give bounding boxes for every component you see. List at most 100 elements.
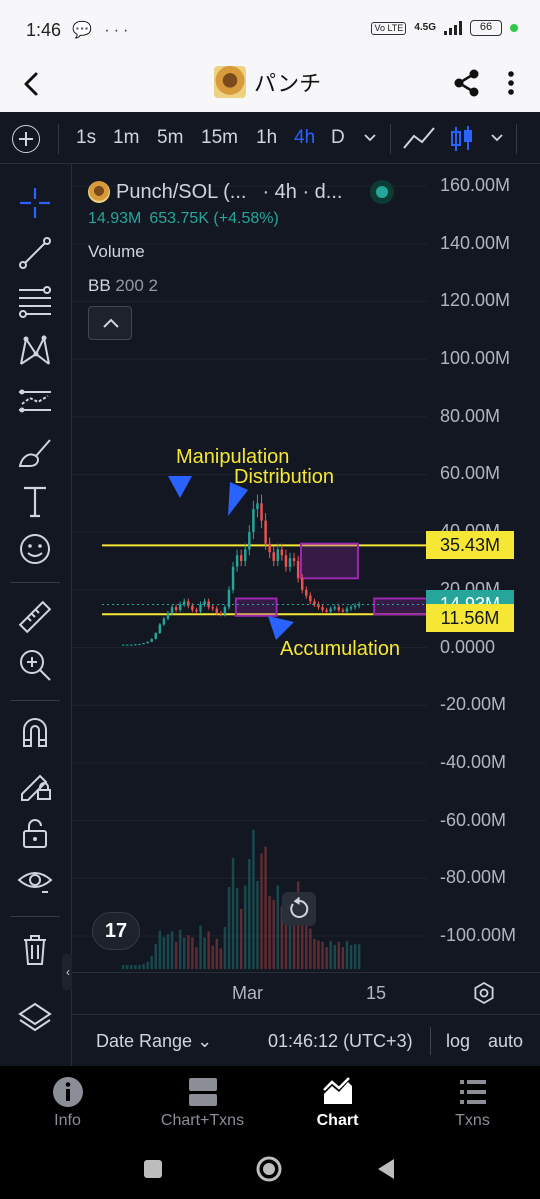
- chevron-up-icon: [103, 318, 119, 328]
- chevron-down-icon[interactable]: [488, 128, 506, 146]
- volume-bar: [239, 909, 243, 969]
- more-vert-icon[interactable]: [498, 66, 524, 100]
- ruler-icon[interactable]: [16, 598, 54, 636]
- add-symbol-icon[interactable]: [12, 125, 40, 153]
- price-axis-label: 160.00M: [440, 175, 511, 195]
- nav-chart-txns[interactable]: Chart+Txns: [135, 1076, 270, 1130]
- back-arrow-icon[interactable]: [14, 66, 50, 102]
- collapse-legend-button[interactable]: [88, 306, 132, 340]
- candle-body: [146, 641, 149, 644]
- network-type: 4.5G: [414, 22, 436, 33]
- symbol-name[interactable]: Punch/SOL (...: [116, 181, 246, 204]
- eye-icon[interactable]: [16, 862, 54, 900]
- date-range-button[interactable]: Date Range ⌄: [96, 1031, 212, 1052]
- manipulation-zone: [299, 542, 359, 580]
- volume-bar: [158, 930, 162, 969]
- volume-bar: [256, 881, 259, 969]
- volume-bar: [183, 937, 186, 969]
- magnet-icon[interactable]: [16, 714, 54, 752]
- emoji-icon[interactable]: [16, 530, 54, 568]
- symbol-logo: [88, 181, 110, 203]
- distribution-annotation[interactable]: Distribution: [234, 466, 334, 489]
- candle-body: [300, 578, 304, 590]
- candle-body: [183, 601, 186, 605]
- volume-bar: [203, 937, 206, 969]
- price-tag: 35.43M: [426, 531, 514, 560]
- prediction-icon[interactable]: [16, 382, 54, 420]
- volume-bar: [248, 859, 251, 969]
- candle-body: [268, 543, 271, 553]
- home-icon[interactable]: [254, 1154, 284, 1184]
- pattern-icon[interactable]: [16, 332, 54, 370]
- candle-body: [219, 612, 223, 615]
- candle-body: [272, 552, 275, 561]
- candle-body: [166, 612, 170, 619]
- candle-body: [309, 595, 312, 602]
- interval-1h[interactable]: 1h: [256, 127, 277, 149]
- privacy-dot-icon: [510, 24, 518, 32]
- interval-15m[interactable]: 15m: [201, 127, 238, 149]
- settings-icon[interactable]: [472, 981, 496, 1005]
- volume-bar: [333, 944, 336, 969]
- lock-drawings-icon[interactable]: [16, 764, 54, 802]
- volume-bar: [223, 926, 227, 969]
- interval-5m[interactable]: 5m: [157, 127, 183, 149]
- share-icon[interactable]: [450, 66, 484, 100]
- candle-body: [260, 503, 263, 521]
- trash-icon[interactable]: [16, 930, 54, 968]
- reset-chart-icon[interactable]: [282, 892, 316, 926]
- volume-bar: [195, 947, 198, 969]
- nav-txns[interactable]: Txns: [405, 1076, 540, 1130]
- volume-bar: [341, 947, 345, 969]
- candle-body: [174, 607, 178, 611]
- interval-1m[interactable]: 1m: [113, 127, 139, 149]
- interval-4h[interactable]: 4h: [294, 127, 315, 149]
- candle-body: [191, 605, 194, 611]
- price-axis-label: -60.00M: [440, 809, 507, 830]
- volume-bar: [142, 964, 145, 969]
- zoom-icon[interactable]: [16, 646, 54, 684]
- volume-bar: [219, 948, 223, 969]
- interval-1s[interactable]: 1s: [76, 127, 96, 149]
- recents-icon[interactable]: [138, 1154, 168, 1184]
- volume-indicator[interactable]: Volume: [88, 242, 394, 262]
- candles-icon[interactable]: [446, 124, 480, 154]
- date-range-label: Date Range: [96, 1031, 193, 1051]
- price-tag: 11.56M: [426, 604, 514, 633]
- accumulation-annotation[interactable]: Accumulation: [280, 638, 400, 661]
- timezone-clock[interactable]: 01:46:12 (UTC+3): [268, 1031, 413, 1052]
- nav-chart[interactable]: Chart: [270, 1076, 405, 1130]
- volume-bar: [174, 941, 178, 969]
- layers-icon[interactable]: [16, 1000, 54, 1038]
- candle-body: [142, 643, 145, 645]
- candle-body: [211, 607, 214, 609]
- unlock-icon[interactable]: [16, 814, 54, 852]
- trendline-icon[interactable]: [16, 234, 54, 272]
- volume-bar: [321, 941, 324, 969]
- brush-icon[interactable]: [16, 434, 54, 472]
- notification-icons: 💬 ···: [72, 22, 133, 39]
- text-icon[interactable]: [16, 482, 54, 520]
- bb-indicator[interactable]: BB 200 2: [88, 276, 394, 296]
- tradingview-logo[interactable]: 17: [92, 912, 140, 950]
- auto-scale-toggle[interactable]: auto: [488, 1031, 523, 1052]
- interval-d[interactable]: D: [331, 127, 345, 149]
- volume-bar: [178, 930, 182, 969]
- back-icon[interactable]: [372, 1154, 402, 1184]
- nav-info[interactable]: Info: [0, 1076, 135, 1130]
- tools-divider: [10, 700, 60, 701]
- crosshair-icon[interactable]: [16, 184, 54, 222]
- toolbar-divider: [390, 124, 391, 154]
- log-scale-toggle[interactable]: log: [446, 1031, 470, 1052]
- volume-bar: [150, 955, 153, 969]
- volume-bar: [276, 885, 280, 969]
- line-chart-icon[interactable]: [402, 124, 436, 154]
- volume-bar: [313, 939, 316, 969]
- chevron-down-icon[interactable]: [361, 128, 379, 146]
- time-axis[interactable]: Mar 15: [72, 972, 540, 1014]
- chart-txns-icon: [188, 1078, 217, 1106]
- fib-retracement-icon[interactable]: [16, 282, 54, 320]
- candle-body: [223, 607, 227, 615]
- chart-pane[interactable]: Punch/SOL (... · 4h · d... 14.93M 653.75…: [72, 164, 540, 1066]
- volume-bar: [170, 931, 174, 969]
